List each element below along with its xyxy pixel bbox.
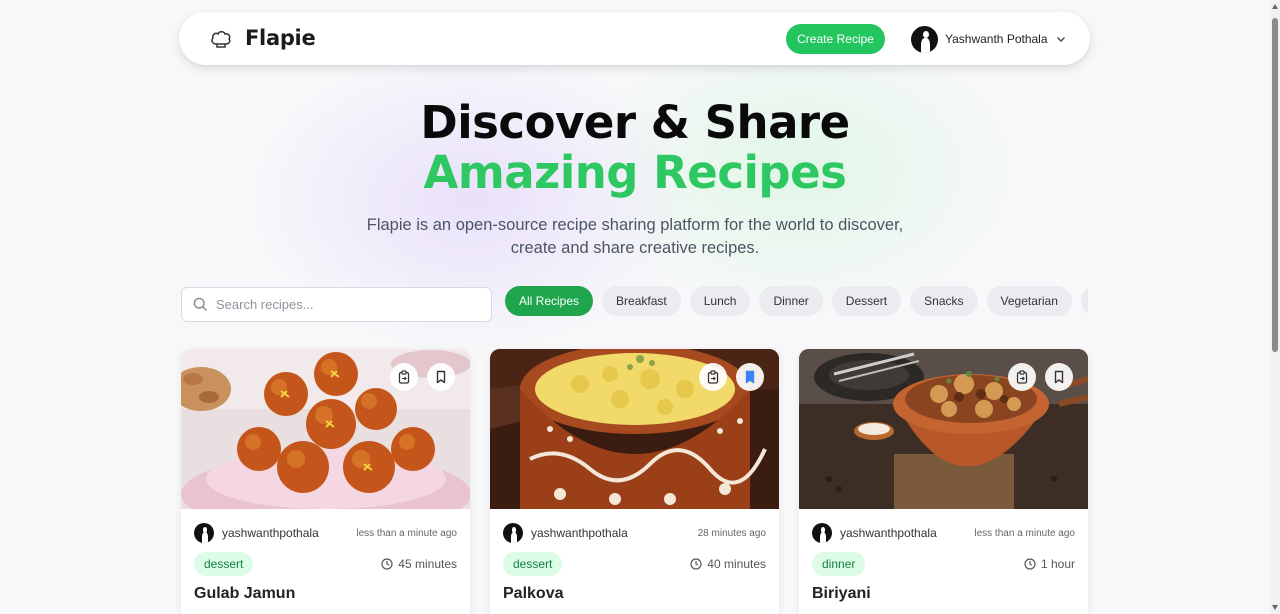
scrollbar-thumb[interactable] <box>1272 18 1278 352</box>
user-menu[interactable]: Yashwanth Pothala <box>911 25 1066 53</box>
recipe-category-tag[interactable]: dinner <box>812 552 866 576</box>
search-icon <box>193 297 207 311</box>
bookmark-icon <box>1054 370 1064 384</box>
copy-recipe-button[interactable] <box>1008 363 1036 391</box>
recipe-title[interactable]: Palkova <box>503 585 563 603</box>
recipe-timestamp: 28 minutes ago <box>697 527 766 539</box>
recipe-card[interactable]: yashwanthpothala less than a minute ago … <box>181 349 470 614</box>
filter-chip-all-recipes[interactable]: All Recipes <box>505 286 594 316</box>
filter-chip-dessert[interactable]: Dessert <box>831 286 902 316</box>
brand-logo[interactable]: Flapie <box>245 26 316 50</box>
recipe-author[interactable]: yashwanthpothala <box>531 526 628 540</box>
bookmark-button[interactable] <box>1045 363 1073 391</box>
user-name: Yashwanth Pothala <box>945 32 1048 46</box>
recipe-author[interactable]: yashwanthpothala <box>222 526 319 540</box>
bookmark-icon <box>436 370 446 384</box>
recipe-category-tag[interactable]: dessert <box>503 552 563 576</box>
recipe-duration: 1 hour <box>1024 557 1075 571</box>
recipe-timestamp: less than a minute ago <box>974 527 1075 539</box>
hero-description: Flapie is an open-source recipe sharing … <box>0 214 1270 260</box>
hero-description-line: create and share creative recipes. <box>510 239 760 257</box>
filter-chip-vegetarian[interactable]: Vegetarian <box>986 286 1072 316</box>
recipe-card[interactable]: yashwanthpothala less than a minute ago … <box>799 349 1088 614</box>
clipboard-icon <box>707 370 719 384</box>
recipe-duration: 40 minutes <box>690 557 766 571</box>
chevron-down-icon <box>1056 37 1065 42</box>
hero-title-highlight: Amazing Recipes <box>423 146 847 199</box>
filter-chip-snacks[interactable]: Snacks <box>910 286 978 316</box>
page-scrollbar[interactable] <box>1270 0 1280 614</box>
clock-icon <box>690 558 702 570</box>
filter-chip-lunch[interactable]: Lunch <box>689 286 751 316</box>
category-filters: All Recipes Breakfast Lunch Dinner Dessert Sn… <box>505 286 1088 317</box>
clipboard-icon <box>1016 370 1028 384</box>
search-input[interactable] <box>216 297 476 312</box>
recipe-duration-text: 1 hour <box>1040 557 1075 571</box>
filter-chip-breakfast[interactable]: Breakfast <box>602 286 681 316</box>
avatar <box>911 25 938 53</box>
search-box <box>181 287 492 322</box>
recipe-image <box>799 349 1088 509</box>
recipe-category-tag[interactable]: dessert <box>194 552 254 576</box>
create-recipe-button[interactable]: Create Recipe <box>786 24 885 54</box>
avatar <box>194 523 214 543</box>
bookmark-filled-icon <box>745 370 755 384</box>
recipe-duration-text: 45 minutes <box>398 557 457 571</box>
recipe-title[interactable]: Gulab Jamun <box>194 585 295 603</box>
scroll-down-arrow-icon[interactable] <box>1272 605 1278 610</box>
copy-recipe-button[interactable] <box>699 363 727 391</box>
recipe-duration-text: 40 minutes <box>707 557 766 571</box>
avatar <box>503 523 523 543</box>
bookmark-button[interactable] <box>736 363 764 391</box>
recipe-image <box>490 349 779 509</box>
scroll-up-arrow-icon[interactable] <box>1272 4 1278 9</box>
clock-icon <box>1024 558 1036 570</box>
recipe-duration: 45 minutes <box>381 557 457 571</box>
recipe-timestamp: less than a minute ago <box>356 527 457 539</box>
filter-chip-dinner[interactable]: Dinner <box>759 286 823 316</box>
top-navbar: Flapie Create Recipe Yashwanth Pothala <box>179 12 1090 65</box>
clipboard-icon <box>398 370 410 384</box>
recipe-title[interactable]: Biriyani <box>812 585 871 603</box>
recipe-image <box>181 349 470 509</box>
recipe-author[interactable]: yashwanthpothala <box>840 526 937 540</box>
clock-icon <box>381 558 393 570</box>
bookmark-button[interactable] <box>427 363 455 391</box>
recipe-card[interactable]: yashwanthpothala 28 minutes ago dessert … <box>490 349 779 614</box>
avatar <box>812 523 832 543</box>
chef-hat-icon <box>211 31 231 48</box>
filter-chip-vegan[interactable]: Vegan <box>1080 286 1088 316</box>
hero-description-line: Flapie is an open-source recipe sharing … <box>366 216 904 234</box>
hero-title: Discover & Share <box>420 96 850 149</box>
copy-recipe-button[interactable] <box>390 363 418 391</box>
